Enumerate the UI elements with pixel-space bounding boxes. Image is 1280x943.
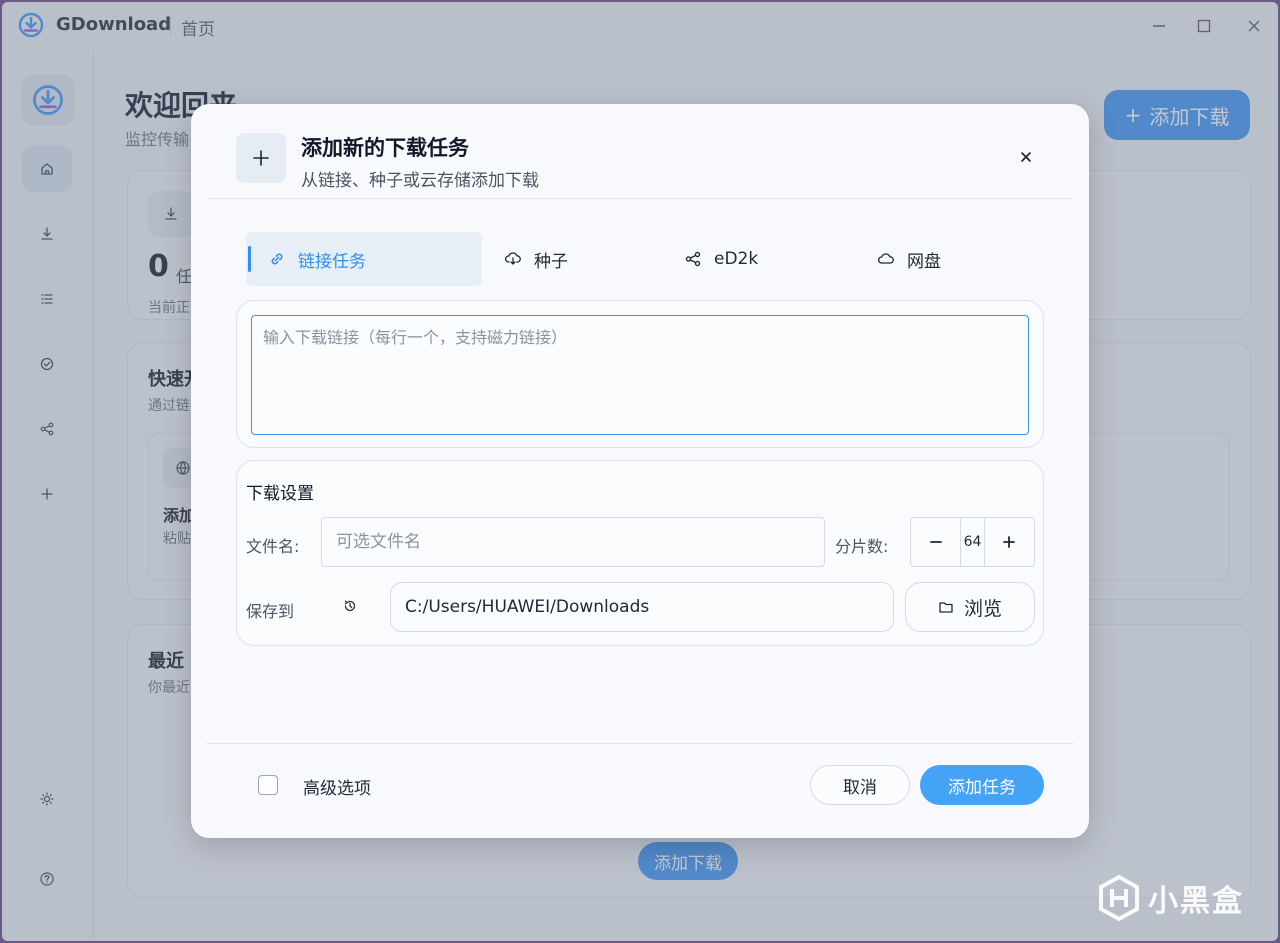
tab-ed2k-label: eD2k (714, 249, 759, 269)
cloud-icon (878, 253, 894, 264)
dialog-subtitle: 从链接、种子或云存储添加下载 (301, 171, 539, 191)
tab-torrent-label: 种子 (534, 251, 568, 272)
segments-stepper: 64 (910, 517, 1035, 567)
minus-icon (929, 541, 942, 543)
segments-increment-button[interactable] (985, 518, 1034, 566)
header-divider (206, 198, 1074, 199)
download-settings-panel: 下载设置 文件名: 分片数: 64 保存到 C:/Users/HUAWEI/Do… (236, 460, 1044, 646)
add-task-dialog: 添加新的下载任务 从链接、种子或云存储添加下载 链接任务 种子 eD2k 网盘 … (191, 104, 1089, 838)
browse-button[interactable]: 浏览 (905, 582, 1035, 632)
url-input[interactable] (251, 315, 1029, 435)
save-to-label: 保存到 (246, 602, 295, 621)
tab-torrent[interactable]: 种子 (482, 232, 662, 286)
watermark-text: 小黑盒 (1148, 884, 1244, 919)
dialog-close-icon[interactable] (1015, 146, 1037, 168)
cloud-download-icon (505, 252, 521, 265)
cancel-button[interactable]: 取消 (810, 765, 910, 805)
tab-cloud-drive-label: 网盘 (907, 251, 941, 272)
link-icon (271, 253, 283, 265)
segments-value[interactable]: 64 (960, 518, 985, 566)
tab-link-task[interactable]: 链接任务 (246, 232, 482, 286)
tab-ed2k[interactable]: eD2k (662, 232, 852, 286)
advanced-options-checkbox[interactable] (258, 775, 278, 795)
browse-label: 浏览 (963, 597, 1002, 620)
plus-icon (236, 133, 286, 183)
add-task-button[interactable]: 添加任务 (920, 765, 1044, 805)
heybox-logo-icon (1099, 875, 1139, 921)
footer-divider (206, 743, 1074, 744)
folder-icon (939, 602, 953, 613)
segments-decrement-button[interactable] (911, 518, 960, 566)
tab-link-task-label: 链接任务 (298, 251, 366, 272)
save-path-input[interactable]: C:/Users/HUAWEI/Downloads (390, 582, 894, 632)
plus-icon (1003, 536, 1016, 548)
segments-label: 分片数: (835, 537, 889, 556)
url-panel (236, 300, 1044, 448)
dialog-title: 添加新的下载任务 (301, 136, 469, 160)
history-icon[interactable] (341, 597, 359, 615)
filename-input[interactable] (321, 517, 825, 567)
filename-label: 文件名: (246, 537, 300, 556)
tab-cloud-drive[interactable]: 网盘 (855, 232, 1035, 286)
settings-title: 下载设置 (246, 484, 314, 504)
share-icon (685, 251, 701, 267)
watermark: 小黑盒 (1098, 875, 1244, 921)
advanced-options-label[interactable]: 高级选项 (303, 774, 371, 799)
